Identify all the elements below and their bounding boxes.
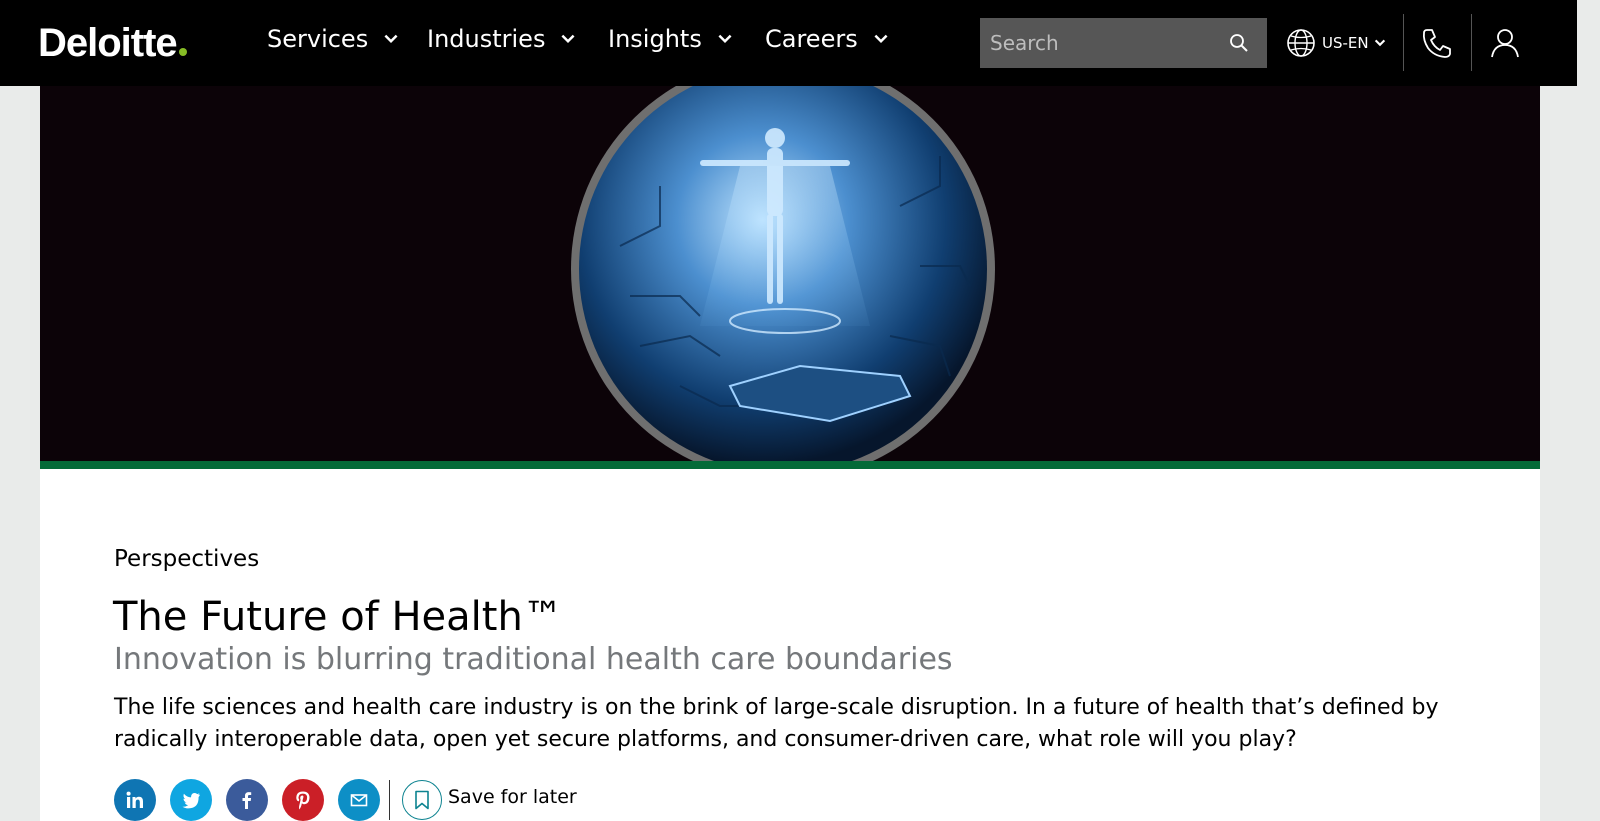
nav-careers-label: Careers [765,25,858,53]
twitter-icon [182,793,200,809]
phone-icon[interactable] [1420,26,1454,60]
hero-image [40,86,1540,462]
share-pinterest-button[interactable] [282,779,324,821]
article-intro: The life sciences and health care indust… [114,695,1439,752]
search-icon[interactable] [1229,33,1249,53]
chevron-down-icon [718,34,732,44]
linkedin-icon [126,791,143,808]
chevron-down-icon [561,34,575,44]
search-input[interactable] [980,20,1220,66]
locale-label: US-EN [1322,34,1369,52]
deloitte-logo[interactable]: Deloitte [38,20,187,66]
article-eyebrow: Perspectives [114,546,260,572]
nav-services-label: Services [267,25,369,53]
nav-industries[interactable]: Industries [427,24,577,54]
search-box [980,18,1267,68]
pinterest-icon [296,791,310,810]
save-for-later-label[interactable]: Save for later [448,786,577,808]
share-linkedin-button[interactable] [114,779,156,821]
nav-insights[interactable]: Insights [608,24,734,54]
page-subtitle: Innovation is blurring traditional healt… [114,642,953,677]
chevron-down-icon [874,34,888,44]
email-icon [350,794,368,807]
save-for-later-button[interactable] [402,780,442,820]
logo-text: Deloitte [38,21,178,65]
share-twitter-button[interactable] [170,779,212,821]
hero-illustration [571,86,995,462]
share-email-button[interactable] [338,779,380,821]
logo-green-dot [178,48,187,56]
user-icon[interactable] [1488,26,1522,60]
divider [1403,14,1404,71]
globe-icon [1287,29,1315,57]
locale-selector[interactable]: US-EN [1286,26,1387,60]
share-facebook-button[interactable] [226,779,268,821]
nav-industries-label: Industries [427,25,546,53]
nav-insights-label: Insights [608,25,702,53]
chevron-down-icon [384,34,398,44]
page-title: The Future of Health™ [113,594,563,640]
top-navigation: Deloitte Services Industries Insights Ca… [0,0,1577,86]
nav-services[interactable]: Services [267,24,400,54]
hero-accent-bar [40,461,1540,469]
divider [1471,14,1472,71]
nav-careers[interactable]: Careers [765,24,890,54]
bookmark-icon [415,790,429,810]
facebook-icon [242,792,252,809]
divider [389,780,390,820]
chevron-down-icon [1374,39,1385,47]
